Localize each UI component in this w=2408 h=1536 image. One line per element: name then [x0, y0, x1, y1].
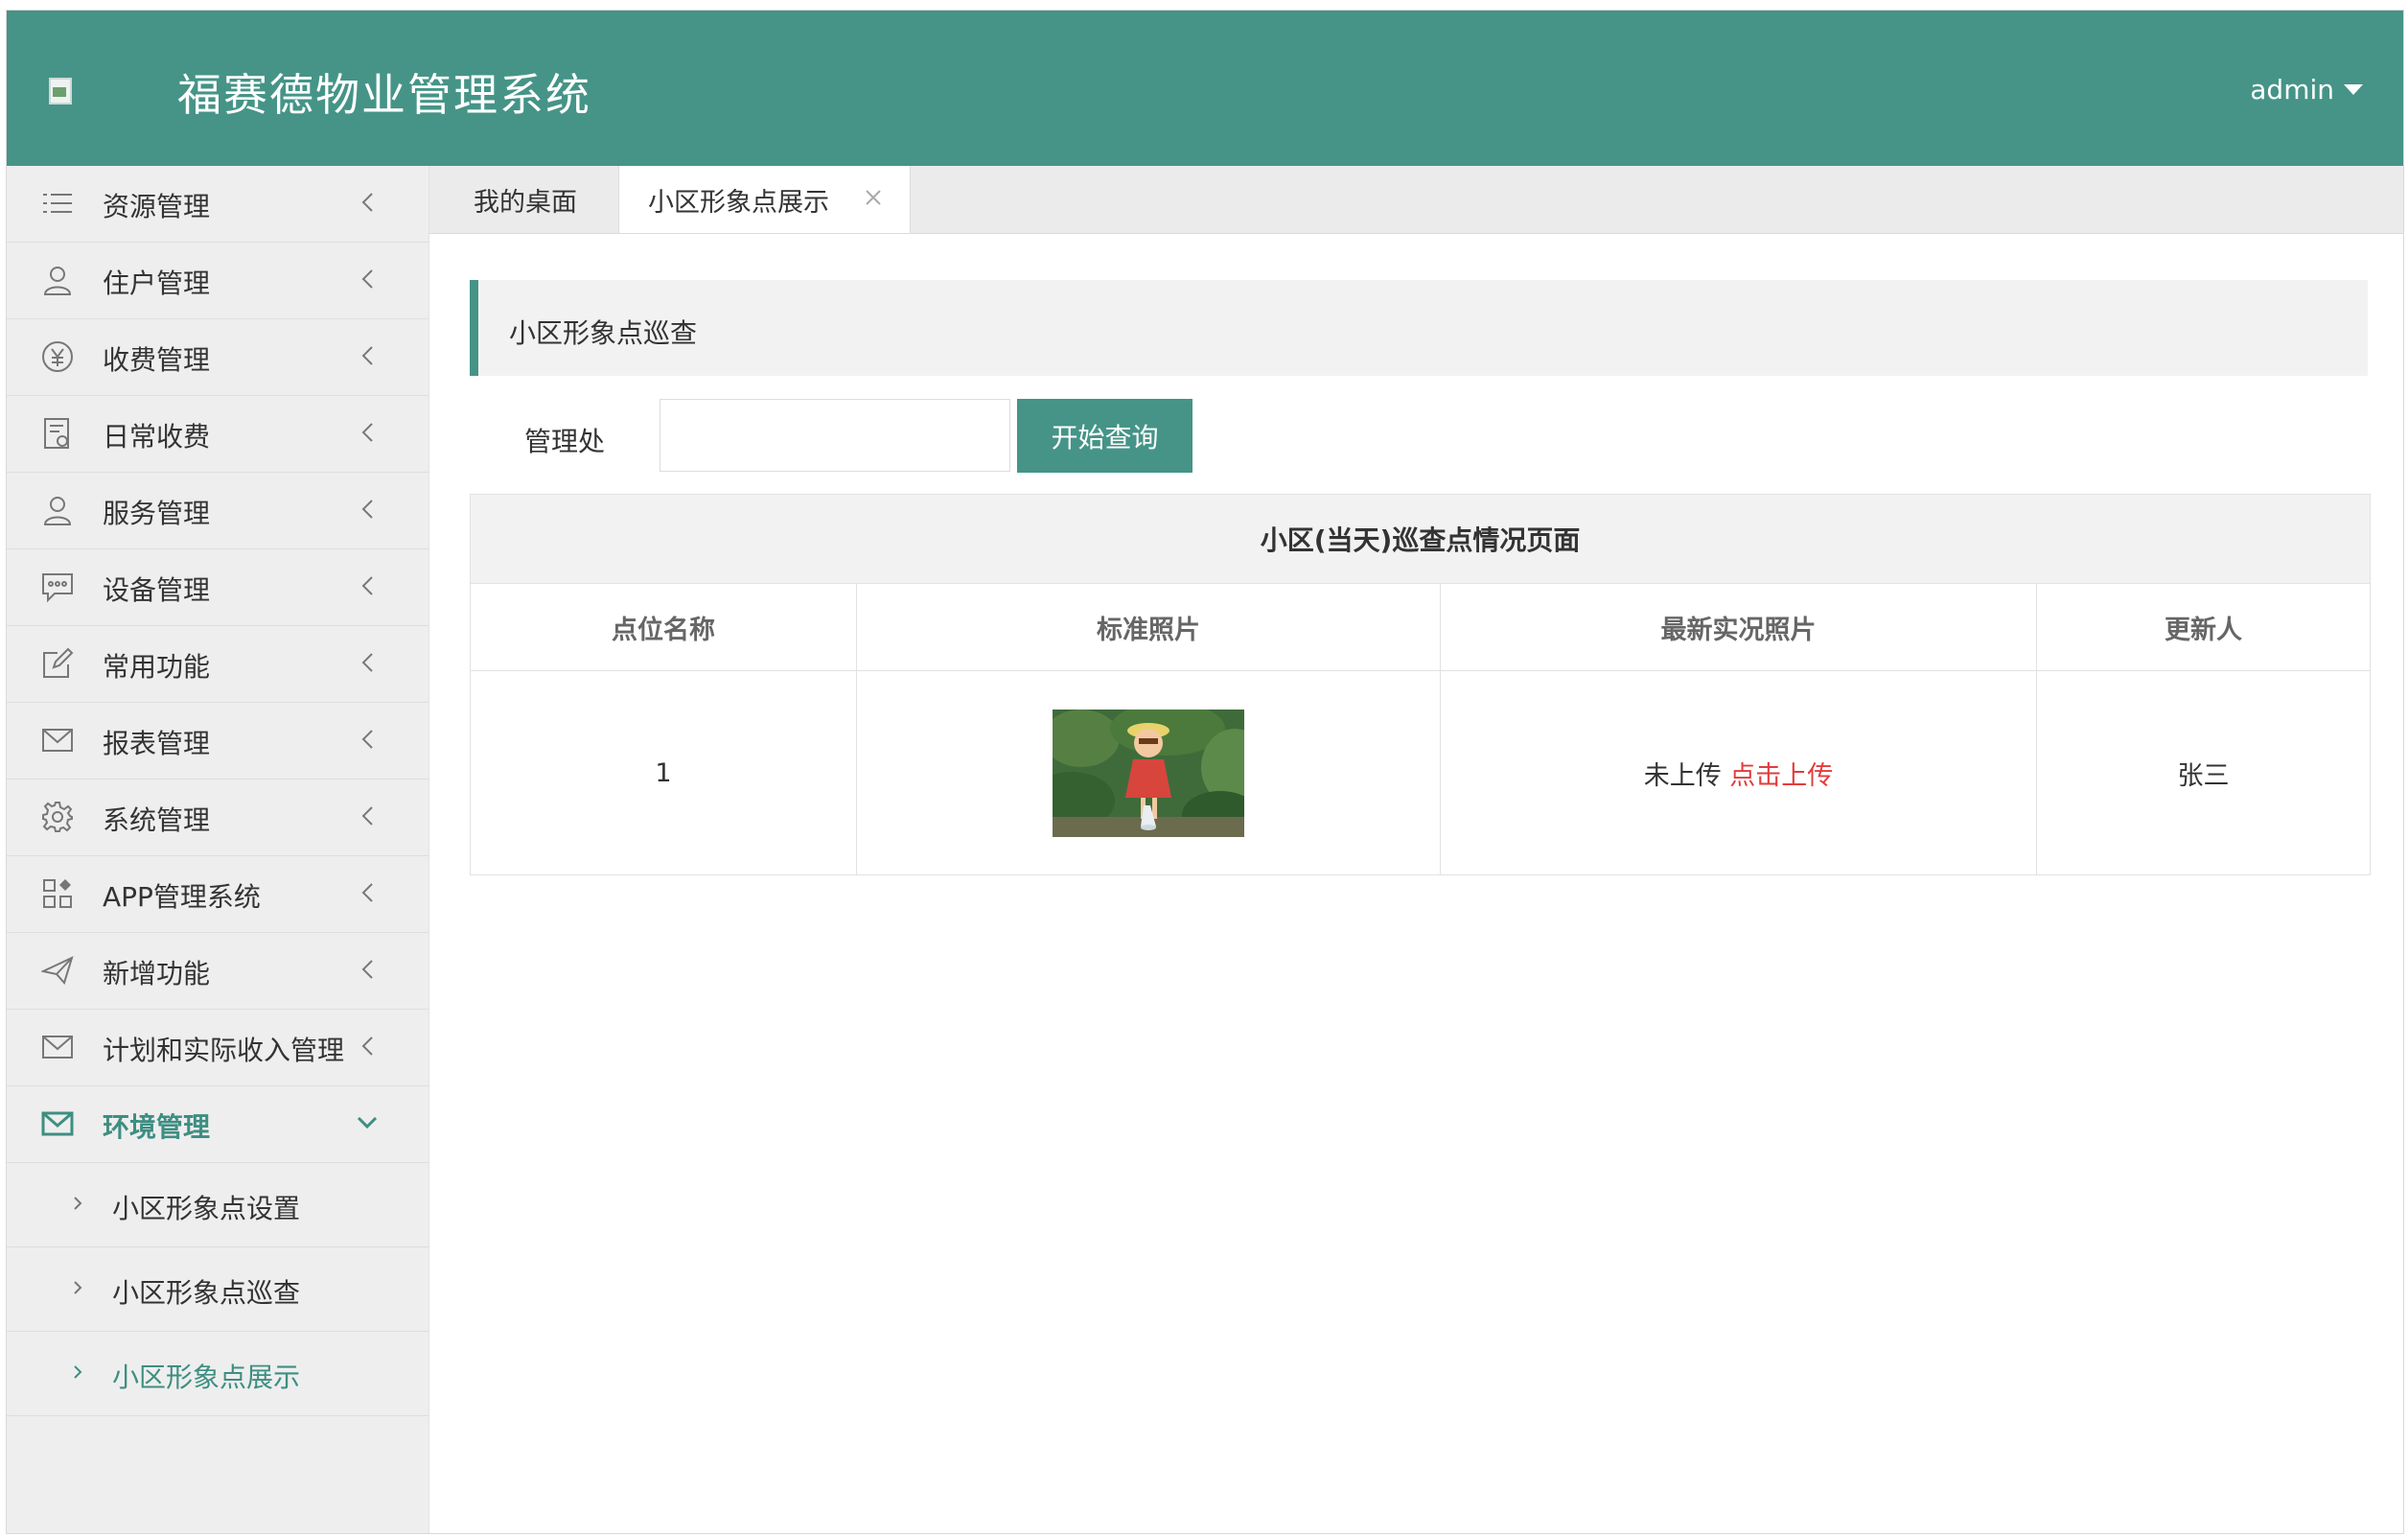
sidebar-item-system[interactable]: 系统管理 [7, 780, 428, 856]
top-header: 福赛德物业管理系统 admin [7, 11, 2403, 166]
sidebar-item-income-plan[interactable]: 计划和实际收入管理 [7, 1010, 428, 1086]
send-icon [41, 956, 74, 985]
sidebar-item-label: 系统管理 [103, 804, 211, 836]
sidebar-item-label: 计划和实际收入管理 [103, 1035, 345, 1066]
message-icon [42, 573, 73, 603]
caret-down-icon [2344, 84, 2363, 95]
gear-icon [42, 802, 73, 832]
chevron-left-icon [361, 1036, 373, 1056]
submenu-item-settings[interactable]: 小区形象点设置 [7, 1163, 428, 1247]
chevron-left-icon [361, 500, 373, 519]
chevron-left-icon [361, 193, 373, 212]
standard-photo-cell [856, 670, 1441, 875]
chevron-left-icon [361, 730, 373, 749]
sidebar-item-label: 资源管理 [103, 191, 211, 222]
point-name-cell: 1 [470, 670, 857, 875]
chevron-right-icon [74, 1365, 82, 1379]
sidebar-item-label: 新增功能 [103, 958, 211, 989]
sidebar-item-reports[interactable]: 报表管理 [7, 703, 428, 780]
table-row: 1 未上传 点击上传 张三 [470, 670, 2372, 875]
chevron-left-icon [361, 576, 373, 595]
section-title: 小区形象点巡查 [509, 317, 698, 349]
upload-link[interactable]: 点击上传 [1729, 761, 1833, 791]
sidebar-item-label: 报表管理 [103, 728, 211, 759]
sidebar-item-common[interactable]: 常用功能 [7, 626, 428, 703]
column-header: 更新人 [2035, 583, 2372, 671]
query-button[interactable]: 开始查询 [1017, 399, 1192, 473]
tab-label: 小区形象点展示 [648, 188, 829, 218]
sidebar-item-equipment[interactable]: 设备管理 [7, 549, 428, 626]
sidebar-item-label: 收费管理 [103, 344, 211, 376]
sidebar-item-new-features[interactable]: 新增功能 [7, 933, 428, 1010]
sidebar-item-label: 设备管理 [103, 574, 211, 606]
chevron-down-icon [357, 1116, 378, 1129]
sidebar-item-environment[interactable]: 环境管理 [7, 1086, 428, 1163]
chevron-left-icon [361, 960, 373, 979]
submenu-item-label: 小区形象点巡查 [112, 1277, 301, 1309]
management-office-input[interactable] [660, 399, 1010, 472]
chevron-left-icon [361, 806, 373, 826]
upload-status: 未上传 [1643, 760, 1722, 791]
chevron-left-icon [361, 653, 373, 672]
sidebar-item-resources[interactable]: 资源管理 [7, 166, 428, 243]
tab-label: 我的桌面 [474, 188, 577, 218]
latest-photo-cell: 未上传 点击上传 [1440, 670, 2037, 875]
chevron-left-icon [361, 883, 373, 902]
mail-icon [42, 729, 73, 752]
submenu-item-inspection[interactable]: 小区形象点巡查 [7, 1247, 428, 1332]
sidebar-item-label: 常用功能 [103, 651, 211, 683]
column-header: 点位名称 [470, 583, 857, 671]
close-icon[interactable] [863, 187, 884, 208]
receipt-icon [44, 418, 69, 449]
table-caption: 小区(当天)巡查点情况页面 [469, 494, 2372, 584]
mail-icon [41, 1111, 74, 1136]
user-menu[interactable]: admin [2250, 74, 2363, 105]
submenu-item-display[interactable]: 小区形象点展示 [7, 1332, 428, 1416]
sidebar-item-label: 服务管理 [103, 498, 211, 529]
chevron-right-icon [74, 1197, 82, 1210]
chevron-left-icon [361, 269, 373, 289]
standard-photo-image[interactable] [1053, 709, 1244, 837]
tab-bar: 我的桌面 小区形象点展示 [429, 166, 2403, 234]
management-office-label: 管理处 [524, 426, 606, 457]
mail-icon [42, 1036, 73, 1059]
sidebar-item-label: 日常收费 [103, 421, 211, 453]
list-icon [43, 194, 72, 213]
user-icon [43, 497, 72, 525]
chevron-right-icon [74, 1281, 82, 1294]
updater-cell: 张三 [2035, 670, 2372, 875]
sidebar-item-app[interactable]: APP管理系统 [7, 856, 428, 933]
logo-broken-image-icon [45, 78, 76, 105]
edit-icon [43, 647, 74, 678]
chevron-left-icon [361, 346, 373, 365]
sidebar-item-label: APP管理系统 [103, 881, 261, 913]
sidebar-item-daily-fees[interactable]: 日常收费 [7, 396, 428, 473]
inspection-table: 小区(当天)巡查点情况页面 点位名称 标准照片 最新实况照片 更新人 1 未上传… [469, 494, 2372, 875]
sidebar-item-label: 环境管理 [103, 1111, 211, 1143]
column-header: 标准照片 [856, 583, 1441, 671]
sidebar: 资源管理 住户管理 收费管理 日常收费 服务管理 设备管理 常用功能 报表管理 … [7, 166, 429, 1533]
section-header: 小区形象点巡查 [470, 280, 2368, 376]
submenu-item-label: 小区形象点设置 [112, 1193, 301, 1224]
column-header: 最新实况照片 [1440, 583, 2037, 671]
chevron-left-icon [361, 423, 373, 442]
app-title: 福赛德物业管理系统 [177, 69, 591, 121]
sidebar-item-residents[interactable]: 住户管理 [7, 243, 428, 319]
apps-icon [43, 879, 72, 908]
submenu-item-label: 小区形象点展示 [112, 1361, 301, 1393]
sidebar-item-label: 住户管理 [103, 268, 211, 299]
sidebar-item-services[interactable]: 服务管理 [7, 473, 428, 549]
app-frame: 福赛德物业管理系统 admin 资源管理 住户管理 收费管理 日常收费 服务管理… [6, 10, 2404, 1534]
username: admin [2250, 74, 2334, 105]
yuan-icon [42, 341, 73, 372]
tab-home[interactable]: 我的桌面 [429, 166, 616, 233]
tab-active[interactable]: 小区形象点展示 [618, 166, 911, 233]
user-icon [43, 267, 72, 295]
sidebar-item-fees[interactable]: 收费管理 [7, 319, 428, 396]
